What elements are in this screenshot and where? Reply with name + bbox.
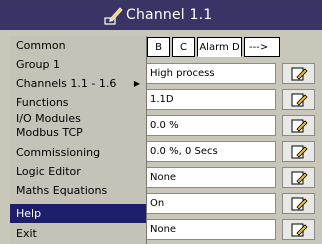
menu-item-group-1[interactable]: Group 1 xyxy=(10,55,146,74)
menu-item-io-modules[interactable]: I/O Modules Modbus TCP xyxy=(10,112,146,142)
field-value[interactable]: None xyxy=(146,219,276,240)
edit-button[interactable] xyxy=(282,167,315,188)
menu-item-functions[interactable]: Functions xyxy=(10,93,146,112)
menu-item-logic-editor[interactable]: Logic Editor xyxy=(10,162,146,181)
tab-alarm-d[interactable]: Alarm D xyxy=(197,37,242,57)
edit-pencil-icon xyxy=(291,93,308,107)
field-value[interactable]: 1.1D xyxy=(146,89,276,110)
field-value[interactable]: On xyxy=(146,193,276,214)
menu-item-help[interactable]: Help xyxy=(10,204,146,223)
edit-pencil-icon xyxy=(291,171,308,185)
edit-pencil-icon xyxy=(291,67,308,81)
window-title: Channel 1.1 xyxy=(126,7,213,23)
edit-pencil-icon xyxy=(291,119,308,133)
title-bar: Channel 1.1 xyxy=(0,0,322,30)
tab-b[interactable]: B xyxy=(147,37,170,57)
submenu-arrow-icon: ▶ xyxy=(133,79,140,88)
menu-item-maths-equations[interactable]: Maths Equations xyxy=(10,181,146,200)
edit-pencil-icon xyxy=(291,197,308,211)
tab-c[interactable]: C xyxy=(172,37,195,57)
menu-item-label: Modbus TCP xyxy=(16,126,83,139)
menu-item-channels[interactable]: Channels 1.1 - 1.6 ▶ xyxy=(10,74,146,93)
edit-button[interactable] xyxy=(282,89,315,110)
field-value[interactable]: High process xyxy=(146,63,276,84)
menu-item-exit[interactable]: Exit xyxy=(10,224,146,243)
edit-button[interactable] xyxy=(282,63,315,84)
edit-button[interactable] xyxy=(282,115,315,136)
tab-more-button[interactable]: ---> xyxy=(244,37,280,57)
menu-item-label: Channels 1.1 - 1.6 xyxy=(16,77,117,90)
channel-pen-icon xyxy=(104,7,123,25)
edit-pencil-icon xyxy=(291,223,308,237)
menu-item-common[interactable]: Common xyxy=(10,36,146,55)
field-value[interactable]: None xyxy=(146,167,276,188)
main-menu: Common Group 1 Channels 1.1 - 1.6 ▶ Func… xyxy=(10,36,147,244)
field-value[interactable]: 0.0 % xyxy=(146,115,276,136)
menu-item-commissioning[interactable]: Commissioning xyxy=(10,143,146,162)
field-value[interactable]: 0.0 %, 0 Secs xyxy=(146,141,276,162)
edit-pencil-icon xyxy=(291,145,308,159)
edit-button[interactable] xyxy=(282,141,315,162)
edit-button[interactable] xyxy=(282,219,315,240)
menu-item-label: I/O Modules xyxy=(16,112,81,125)
edit-button[interactable] xyxy=(282,193,315,214)
